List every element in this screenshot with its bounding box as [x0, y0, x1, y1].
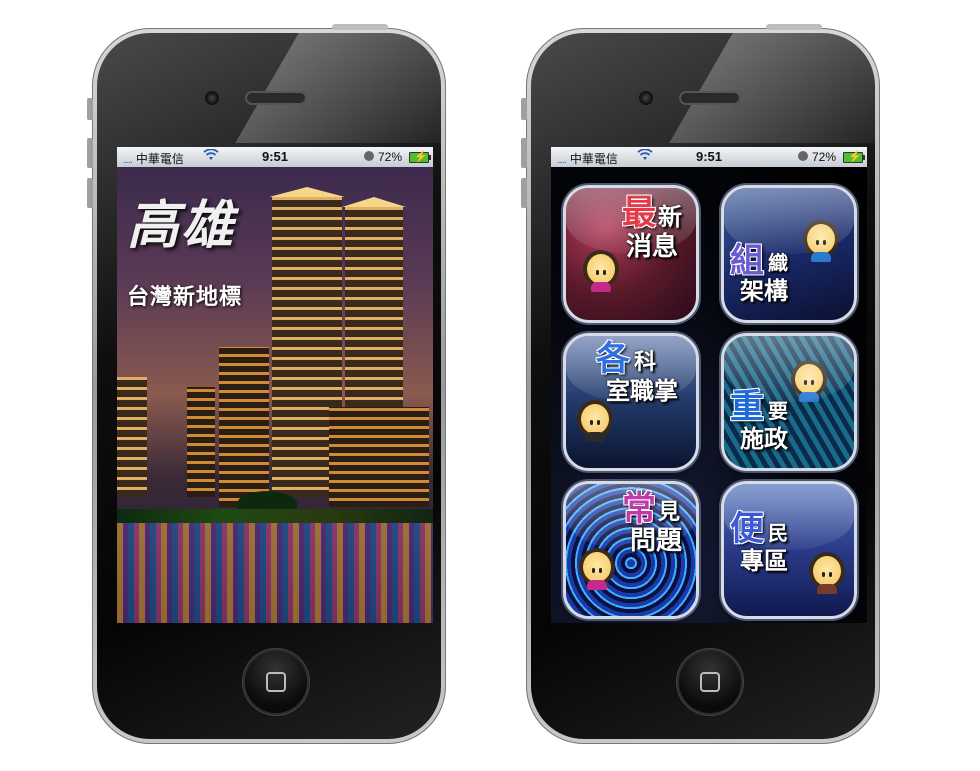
mute-switch — [87, 98, 93, 120]
tile-label-bottom: 室職掌 — [606, 377, 678, 405]
phone-body: ..... 中華電信 9:51 72% ⚡ 最 新 消息 組 織 架構 各 科 … — [531, 33, 875, 739]
tile-big-char: 重 — [730, 387, 764, 427]
phone-right: ..... 中華電信 9:51 72% ⚡ 最 新 消息 組 織 架構 各 科 … — [521, 24, 880, 744]
status-bar: ..... 中華電信 9:51 72% ⚡ — [117, 147, 433, 167]
tile-label-top: 見 — [658, 500, 681, 525]
tile-label-bottom: 消息 — [626, 232, 679, 262]
tile-label-bottom: 架構 — [740, 277, 788, 305]
menu-grid: 最 新 消息 組 織 架構 各 科 室職掌 重 要 施政 常 見 問題 便 民 … — [551, 167, 867, 623]
tile-big-char: 最 — [622, 193, 656, 233]
building — [219, 347, 269, 507]
tile-big-char: 常 — [622, 489, 656, 529]
building — [117, 377, 147, 497]
building — [329, 407, 429, 507]
menu-screen: ..... 中華電信 9:51 72% ⚡ 最 新 消息 組 織 架構 各 科 … — [551, 147, 867, 623]
tile-label-bottom: 施政 — [740, 425, 788, 453]
earpiece-speaker — [679, 91, 741, 105]
home-button-icon[interactable] — [245, 651, 307, 713]
front-camera — [639, 91, 653, 105]
building — [187, 387, 215, 497]
home-button-icon[interactable] — [679, 651, 741, 713]
tile-label-top: 科 — [634, 350, 657, 375]
mascot-icon — [578, 546, 616, 590]
lock-rotation-icon — [364, 151, 374, 161]
splash-screen: ..... 中華電信 9:51 72% ⚡ 高雄 台灣新地標 — [117, 147, 433, 623]
battery-icon: ⚡ — [409, 151, 431, 163]
tile-big-char: 組 — [730, 241, 764, 281]
earpiece-speaker — [245, 91, 307, 105]
splash-subtitle: 台灣新地標 — [127, 284, 243, 310]
citizen-services-tile[interactable]: 便 民 專區 — [721, 481, 857, 619]
mascot-icon — [808, 550, 846, 594]
key-policies-tile[interactable]: 重 要 施政 — [721, 333, 857, 471]
latest-news-tile[interactable]: 最 新 消息 — [563, 185, 699, 323]
battery-percent: 72% — [378, 150, 403, 164]
tile-label-top: 織 — [768, 251, 788, 275]
tile-label-bottom: 專區 — [740, 547, 788, 575]
phone-body: ..... 中華電信 9:51 72% ⚡ 高雄 台灣新地標 — [97, 33, 441, 739]
splash-title: 高雄 — [127, 195, 236, 256]
tile-big-char: 便 — [730, 509, 764, 549]
organization-tile[interactable]: 組 織 架構 — [721, 185, 857, 323]
tile-label-top: 新 — [658, 203, 682, 231]
tile-label-top: 民 — [768, 521, 788, 545]
departments-tile[interactable]: 各 科 室職掌 — [563, 333, 699, 471]
volume-down-button — [521, 178, 527, 208]
status-bar: ..... 中華電信 9:51 72% ⚡ — [551, 147, 867, 167]
lock-rotation-icon — [798, 151, 808, 161]
battery-percent: 72% — [812, 150, 837, 164]
tile-label-bottom: 問題 — [630, 526, 683, 556]
mute-switch — [521, 98, 527, 120]
volume-up-button — [521, 138, 527, 168]
battery-icon: ⚡ — [843, 151, 865, 163]
tile-big-char: 各 — [596, 339, 630, 379]
tile-label-top: 要 — [768, 399, 788, 423]
power-button — [766, 24, 822, 30]
river-reflection — [117, 523, 433, 623]
mascot-icon — [582, 248, 620, 292]
volume-down-button — [87, 178, 93, 208]
faq-tile[interactable]: 常 見 問題 — [563, 481, 699, 619]
splash-image: 高雄 台灣新地標 — [117, 167, 433, 623]
power-button — [332, 24, 388, 30]
volume-up-button — [87, 138, 93, 168]
front-camera — [205, 91, 219, 105]
phone-left: ..... 中華電信 9:51 72% ⚡ 高雄 台灣新地標 — [87, 24, 446, 744]
